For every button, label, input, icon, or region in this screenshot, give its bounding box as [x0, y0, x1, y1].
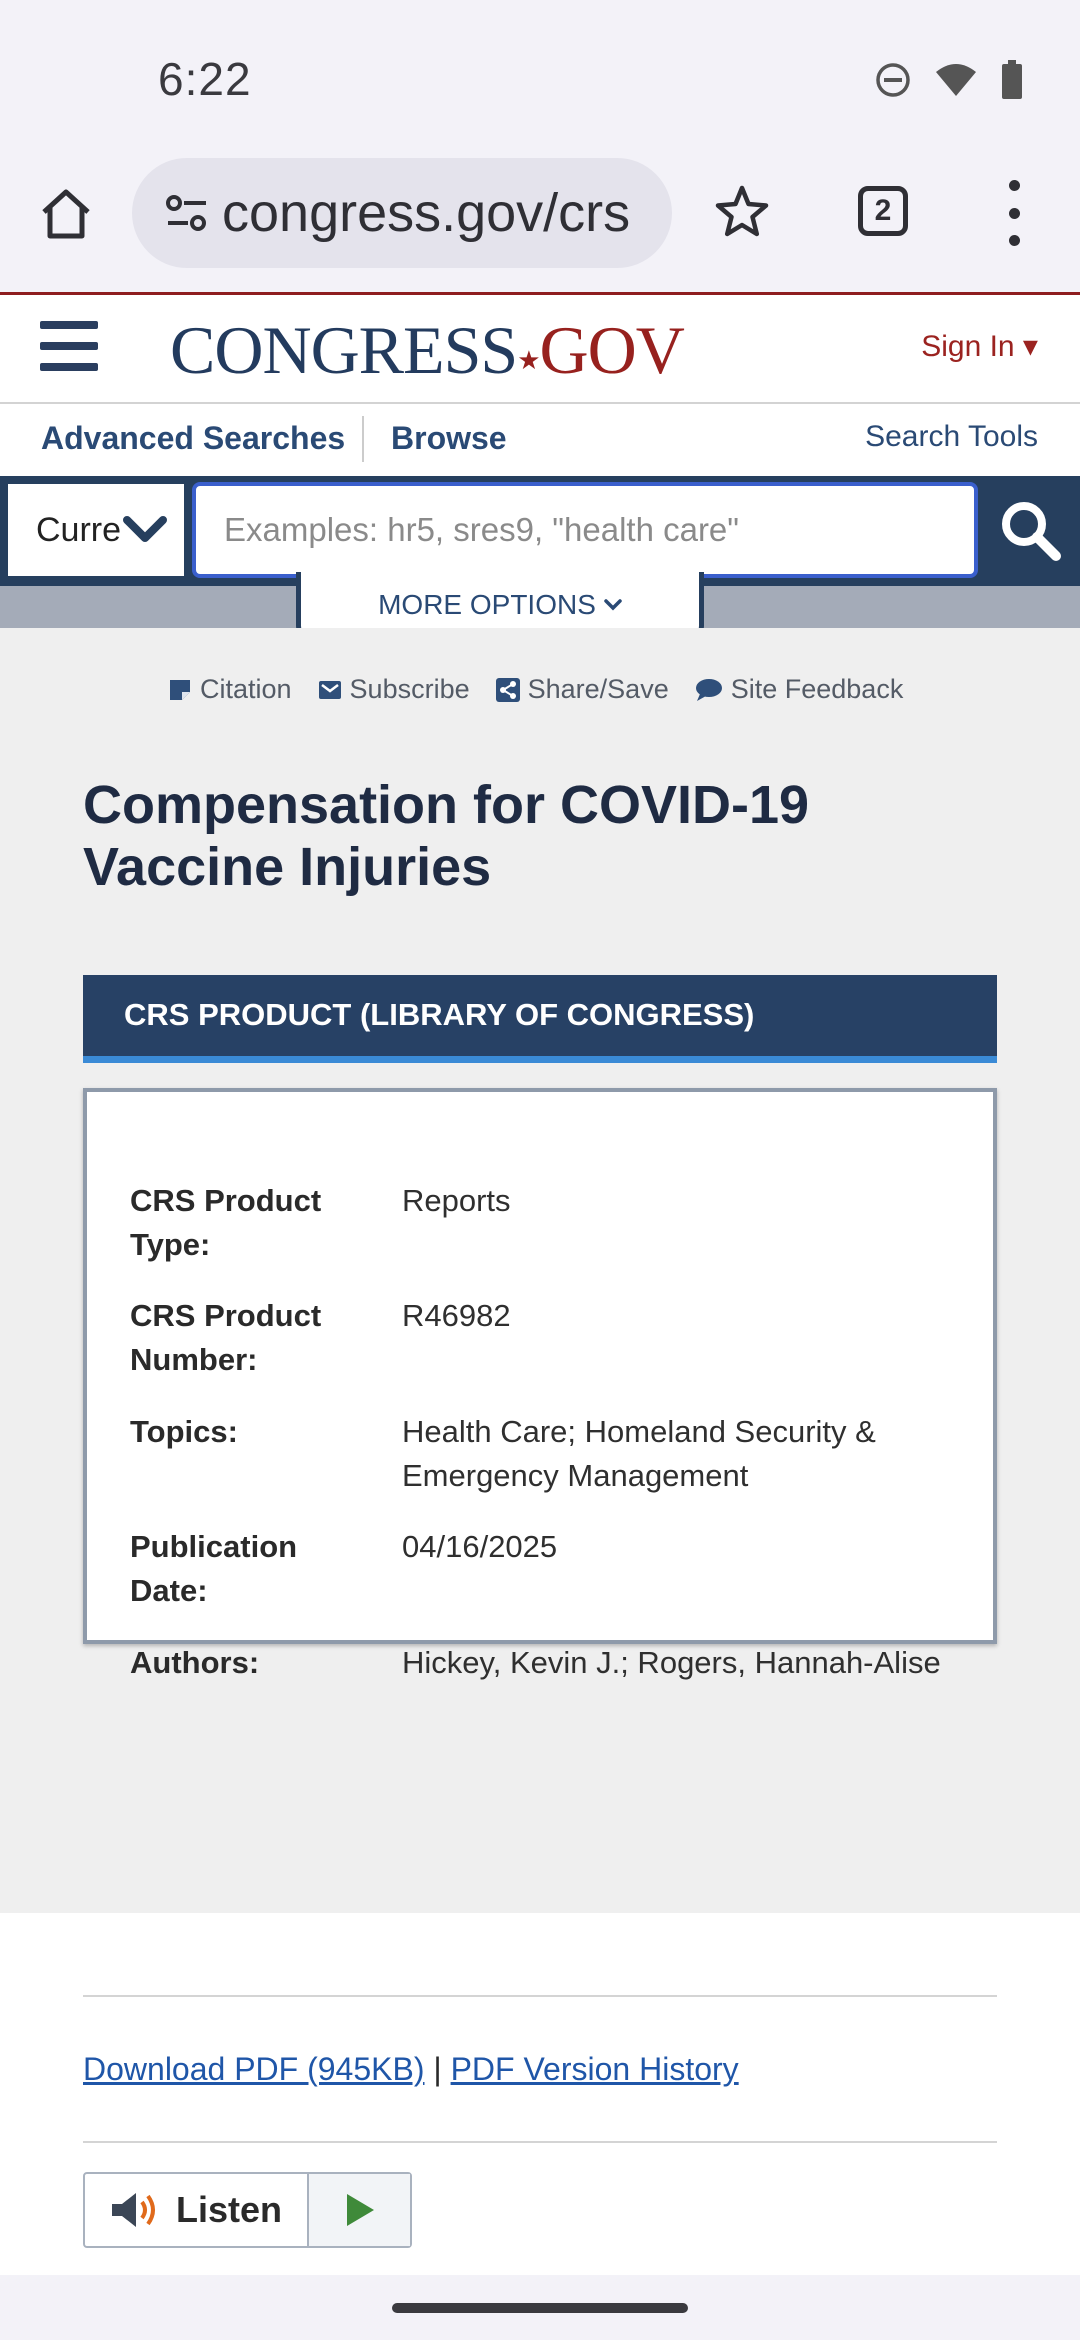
tabs-icon[interactable]: 2 [858, 186, 908, 236]
crs-product-banner: CRS PRODUCT (LIBRARY OF CONGRESS) [83, 975, 997, 1063]
detail-label: Topics: [130, 1414, 238, 1449]
share-save-tool[interactable]: Share/Save [495, 674, 669, 705]
product-details-card: CRS Product Type: Reports CRS Product Nu… [83, 1088, 997, 1680]
address-bar[interactable]: congress.gov/crs [132, 158, 672, 268]
envelope-icon [318, 680, 341, 699]
detail-value: R46982 [402, 1298, 511, 1333]
listen-button[interactable]: Listen [85, 2174, 309, 2246]
share-icon [495, 677, 520, 702]
listen-widget: Listen [83, 2172, 412, 2248]
site-feedback-label: Site Feedback [730, 674, 904, 704]
logo-main: CONGRESS [170, 312, 518, 388]
chevron-down-icon [604, 598, 622, 610]
detail-value: Health Care; Homeland Security & Emergen… [402, 1414, 876, 1493]
citation-label: Citation [200, 674, 292, 704]
search-icon[interactable] [996, 496, 1066, 566]
status-icons [874, 60, 1024, 100]
speaker-icon [111, 2193, 155, 2227]
detail-label: CRS Product Number: [130, 1298, 322, 1377]
detail-label: Authors: [130, 1645, 260, 1680]
listen-label: Listen [175, 2189, 282, 2230]
download-section: Download PDF (945KB) | PDF Version Histo… [0, 1913, 1080, 2275]
star-icon[interactable] [712, 182, 772, 242]
logo-suffix: GOV [539, 312, 685, 388]
gesture-bar [0, 2275, 1080, 2340]
citation-icon [170, 679, 190, 700]
tab-count: 2 [874, 194, 892, 227]
search-tools-link[interactable]: Search Tools [865, 420, 1038, 454]
site-settings-icon[interactable] [152, 183, 222, 243]
chevron-down-icon [123, 516, 167, 542]
home-indicator[interactable] [392, 2303, 688, 2313]
status-time: 6:22 [158, 53, 252, 105]
nav-divider [362, 416, 364, 462]
collection-select-value: Curre [36, 510, 122, 549]
pdf-version-history-link[interactable]: PDF Version History [451, 2051, 739, 2087]
do-not-disturb-icon [876, 63, 910, 97]
search-input[interactable] [192, 482, 978, 578]
battery-icon [1002, 60, 1022, 99]
browser-toolbar: congress.gov/crs 2 [0, 150, 1080, 292]
site-nav: Advanced Searches Browse Search Tools [0, 404, 1080, 476]
detail-label: CRS Product Type: [130, 1183, 322, 1262]
speech-bubble-icon [695, 678, 722, 701]
more-vert-icon[interactable] [996, 180, 1032, 246]
detail-value: Reports [402, 1183, 511, 1218]
search-band: Curre [0, 476, 1080, 586]
advanced-searches-link[interactable]: Advanced Searches [41, 420, 345, 457]
share-save-label: Share/Save [527, 674, 669, 704]
more-options-label: MORE OPTIONS [378, 588, 596, 620]
url-text: congress.gov/crs [222, 183, 631, 243]
detail-value: 04/16/2025 [402, 1529, 558, 1564]
collection-select[interactable]: Curre [6, 482, 186, 578]
site-header: CONGRESS★GOV Sign In ▾ [0, 292, 1080, 404]
sign-in-button[interactable]: Sign In ▾ [921, 329, 1038, 364]
citation-tool[interactable]: Citation [168, 674, 292, 705]
status-bar: 6:22 [0, 0, 1080, 150]
wifi-icon [936, 64, 976, 96]
subscribe-label: Subscribe [349, 674, 470, 704]
browse-link[interactable]: Browse [391, 420, 507, 457]
page-title: Compensation for COVID-19 Vaccine Injuri… [83, 775, 810, 897]
play-button[interactable] [309, 2174, 410, 2246]
logo-star: ★ [517, 346, 540, 375]
home-icon[interactable] [36, 184, 96, 244]
pdf-links: Download PDF (945KB) | PDF Version Histo… [83, 2051, 739, 2088]
play-icon [346, 2194, 374, 2226]
divider [83, 1995, 997, 1997]
detail-label: Publication Date: [130, 1529, 298, 1608]
detail-value: Hickey, Kevin J.; Rogers, Hannah-Alise [402, 1645, 941, 1680]
download-pdf-link[interactable]: Download PDF (945KB) [83, 2051, 424, 2087]
site-feedback-tool[interactable]: Site Feedback [695, 674, 904, 705]
page-tools: Citation Subscribe Share/Save Site Feedb… [168, 674, 903, 705]
divider [83, 2141, 997, 2143]
link-separator: | [433, 2051, 442, 2087]
hamburger-menu-icon[interactable] [40, 321, 98, 371]
subscribe-tool[interactable]: Subscribe [318, 674, 470, 705]
congress-gov-logo[interactable]: CONGRESS★GOV [170, 311, 685, 390]
main-content: Citation Subscribe Share/Save Site Feedb… [0, 628, 1080, 1913]
